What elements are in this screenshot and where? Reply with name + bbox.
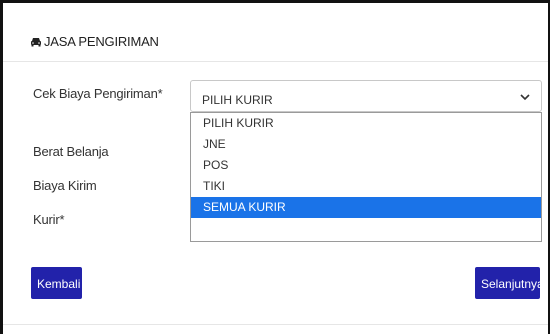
courier-option-tiki[interactable]: TIKI — [191, 176, 541, 197]
courier-option-pilih[interactable]: PILIH KURIR — [191, 113, 541, 134]
courier-dropdown-list: PILIH KURIR JNE POS TIKI SEMUA KURIR — [190, 112, 542, 242]
panel-header: JASA PENGIRIMAN — [3, 3, 548, 62]
courier-select-value: PILIH KURIR — [202, 93, 273, 107]
shipping-cost-label: Biaya Kirim — [33, 178, 97, 193]
courier-select[interactable]: PILIH KURIR — [190, 80, 542, 112]
courier-option-pos[interactable]: POS — [191, 155, 541, 176]
courier-option-jne[interactable]: JNE — [191, 134, 541, 155]
courier-label: Kurir* — [33, 212, 65, 227]
weight-label: Berat Belanja — [33, 144, 109, 159]
car-icon — [31, 38, 41, 47]
courier-option-semua[interactable]: SEMUA KURIR — [191, 197, 541, 218]
courier-check-label: Cek Biaya Pengiriman* — [33, 86, 163, 101]
chevron-down-icon — [520, 94, 530, 101]
panel-title: JASA PENGIRIMAN — [44, 34, 159, 49]
back-button[interactable]: Kembali — [31, 267, 82, 299]
footer-divider — [3, 324, 548, 325]
next-button[interactable]: Selanjutnya — [475, 267, 544, 299]
